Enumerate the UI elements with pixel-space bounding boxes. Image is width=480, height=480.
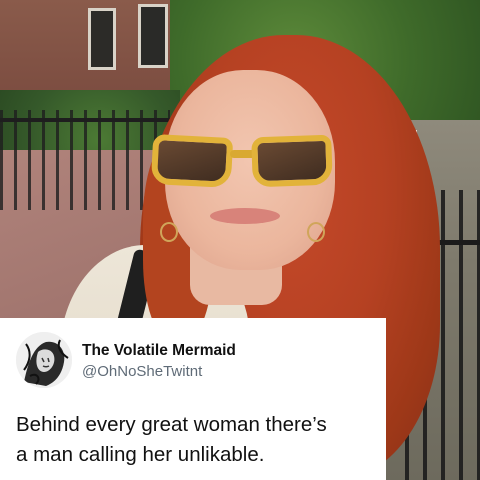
lips <box>210 208 280 224</box>
sketch-portrait-avatar-icon[interactable] <box>16 332 72 388</box>
tweet-text-line: a man calling her unlikable. <box>16 443 265 466</box>
tweet-text-line: Behind every great woman there’s <box>16 413 327 436</box>
sunglasses <box>150 133 334 189</box>
earring <box>307 222 325 242</box>
iron-fence-rail <box>0 118 170 122</box>
tweet-display-name[interactable]: The Volatile Mermaid <box>82 342 236 360</box>
earring <box>160 222 178 242</box>
tweet-card: The Volatile Mermaid @OhNoSheTwitnt Behi… <box>0 318 386 480</box>
tweet-text: Behind every great woman there’s a man c… <box>16 410 376 470</box>
sunglasses-lens <box>150 133 234 189</box>
sunglasses-lens <box>251 134 333 188</box>
building-window <box>138 4 168 68</box>
building-window <box>88 8 116 70</box>
tweet-handle[interactable]: @OhNoSheTwitnt <box>82 363 202 380</box>
